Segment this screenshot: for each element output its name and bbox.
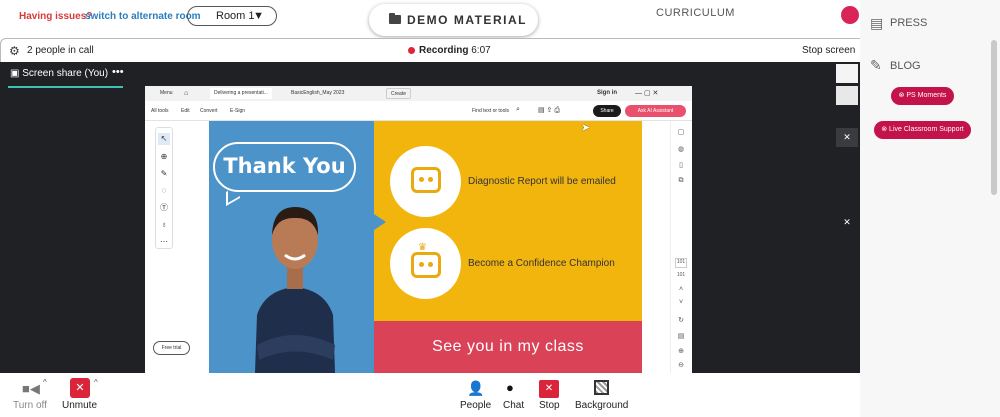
room-select[interactable]: Room 1 ▼ xyxy=(187,6,277,26)
mic-muted-icon: ✕ xyxy=(836,128,858,147)
notification-icon[interactable] xyxy=(841,6,859,24)
menu-tab[interactable]: Menu xyxy=(160,88,173,99)
sign-in-link[interactable]: Sign in xyxy=(597,88,617,99)
screen-share-title-text: Screen share (You) xyxy=(22,68,109,79)
mic-off-icon[interactable]: ✕ xyxy=(70,378,90,398)
menu-esign[interactable]: E-Sign xyxy=(230,108,245,114)
demo-material-button[interactable]: DEMO MATERIAL xyxy=(369,4,538,36)
recording-time: 6:07 xyxy=(471,45,491,56)
slide-item-report: Diagnostic Report will be emailed xyxy=(468,176,616,187)
live-support-label: Live Classroom Support xyxy=(889,126,964,133)
more-options-icon[interactable]: ••• xyxy=(112,66,124,78)
zoom-in-icon[interactable]: ⊕ xyxy=(675,347,687,357)
participant-tile[interactable] xyxy=(836,64,858,83)
ai-assistant-button[interactable]: Ask AI Assistant xyxy=(625,105,686,117)
bookmark-icon[interactable]: ▯ xyxy=(675,161,687,171)
free-trial-button[interactable]: Free trial xyxy=(153,341,190,355)
call-controls xyxy=(0,373,860,417)
press-icon: ▤ xyxy=(870,15,884,31)
menu-convert[interactable]: Convert xyxy=(200,108,218,114)
zoom-icon[interactable]: ⊕ xyxy=(158,151,170,163)
window-controls-icon[interactable]: — ▢ ✕ xyxy=(635,88,658,99)
pencil-icon: ✎ xyxy=(870,57,882,73)
tab-delivering[interactable]: Delivering a presentati... xyxy=(210,88,272,99)
recording-status: Recording 6:07 xyxy=(419,45,491,56)
camera-icon[interactable]: ■◀ xyxy=(22,381,40,397)
recording-label: Recording xyxy=(419,45,469,56)
toolbar-icons[interactable]: ▤ ⇪ ⎙ xyxy=(538,106,560,115)
refresh-icon[interactable]: ↻ xyxy=(675,316,687,326)
people-count: 2 people in call xyxy=(27,45,94,56)
tab-create[interactable]: Create xyxy=(386,88,412,99)
page-icon[interactable]: ▤ xyxy=(675,332,687,342)
menu-edit[interactable]: Edit xyxy=(181,108,190,114)
cursor-icon[interactable]: ↖ xyxy=(158,133,170,145)
stop-share-icon[interactable]: ✕ xyxy=(539,380,559,398)
gear-icon[interactable]: ⚙ xyxy=(9,44,20,58)
folder-icon xyxy=(389,13,401,24)
pen-icon[interactable]: ✎ xyxy=(158,168,170,180)
copy-icon[interactable]: ⧉ xyxy=(675,177,687,187)
chevron-down-icon: ▼ xyxy=(253,10,264,22)
screen-share-title: ▣ Screen share (You) xyxy=(10,68,109,79)
room-select-value: Room 1 xyxy=(216,10,255,22)
crown-icon: ♛ xyxy=(418,242,427,253)
turn-off-label[interactable]: Turn off xyxy=(13,400,47,411)
mouse-cursor-icon: ➤ xyxy=(581,122,591,134)
background-label[interactable]: Background xyxy=(575,400,628,411)
thank-you-heading: Thank You xyxy=(223,154,346,178)
search-icon[interactable]: ⌕ xyxy=(516,106,520,114)
chevron-up-icon[interactable]: ˄ xyxy=(675,286,687,296)
chevron-up-icon[interactable]: ^ xyxy=(43,378,47,387)
find-tools-input[interactable]: Find text or tools xyxy=(472,108,509,114)
share-button[interactable]: Share xyxy=(593,105,621,117)
comment-icon[interactable]: ◍ xyxy=(675,145,687,155)
switch-room-link[interactable]: switch to alternate room xyxy=(85,11,201,22)
ps-moments-button[interactable]: ⊗ PS Moments xyxy=(891,87,954,105)
slide-notch xyxy=(374,214,386,230)
text-icon[interactable]: Ⓣ xyxy=(158,202,170,214)
slide-item-champion: Become a Confidence Champion xyxy=(468,258,615,269)
chevron-up-icon[interactable]: ^ xyxy=(94,378,98,387)
people-icon[interactable]: 👤 xyxy=(467,380,484,397)
lasso-icon[interactable]: ◌ xyxy=(158,185,170,197)
curriculum-tab[interactable]: CURRICULUM xyxy=(656,7,735,19)
robot-icon xyxy=(411,167,441,193)
chevron-down-icon[interactable]: ˅ xyxy=(675,299,687,309)
people-label[interactable]: People xyxy=(460,400,491,411)
zoom-out-icon[interactable]: ⊖ xyxy=(675,361,687,371)
page-number: 101 xyxy=(675,258,687,268)
presenter-photo xyxy=(255,207,335,373)
comment-icon[interactable]: ▢ xyxy=(675,128,687,138)
background-icon[interactable] xyxy=(594,380,609,395)
live-support-button[interactable]: ⊗ Live Classroom Support xyxy=(874,121,971,139)
robot-crown-icon xyxy=(411,252,441,278)
home-icon[interactable]: ⌂ xyxy=(184,88,188,99)
chat-label[interactable]: Chat xyxy=(503,400,524,411)
see-you-text: See you in my class xyxy=(432,338,584,355)
menu-all-tools[interactable]: All tools xyxy=(151,108,169,114)
participant-tile[interactable] xyxy=(836,86,858,105)
more-icon[interactable]: ⋯ xyxy=(158,236,170,248)
recording-dot-icon xyxy=(408,47,415,54)
stop-screen-button[interactable]: Stop screen xyxy=(802,45,855,56)
stamp-icon[interactable]: ♁ xyxy=(158,219,170,231)
blog-link[interactable]: BLOG xyxy=(890,60,921,72)
press-link[interactable]: PRESS xyxy=(890,17,927,29)
chat-icon[interactable]: ● xyxy=(506,380,514,395)
mic-muted-icon: ✕ xyxy=(836,213,858,232)
page-number: 101 xyxy=(676,272,686,278)
scrollbar[interactable] xyxy=(991,40,997,195)
issues-text: Having issues? xyxy=(19,11,93,22)
tab-basicenglish[interactable]: BasicEnglish_May 2023 xyxy=(291,88,344,99)
active-tab-indicator xyxy=(8,86,123,88)
unmute-label[interactable]: Unmute xyxy=(62,400,97,411)
demo-material-label: DEMO MATERIAL xyxy=(407,13,527,27)
stop-label[interactable]: Stop xyxy=(539,400,560,411)
ps-moments-label: PS Moments xyxy=(906,92,947,99)
